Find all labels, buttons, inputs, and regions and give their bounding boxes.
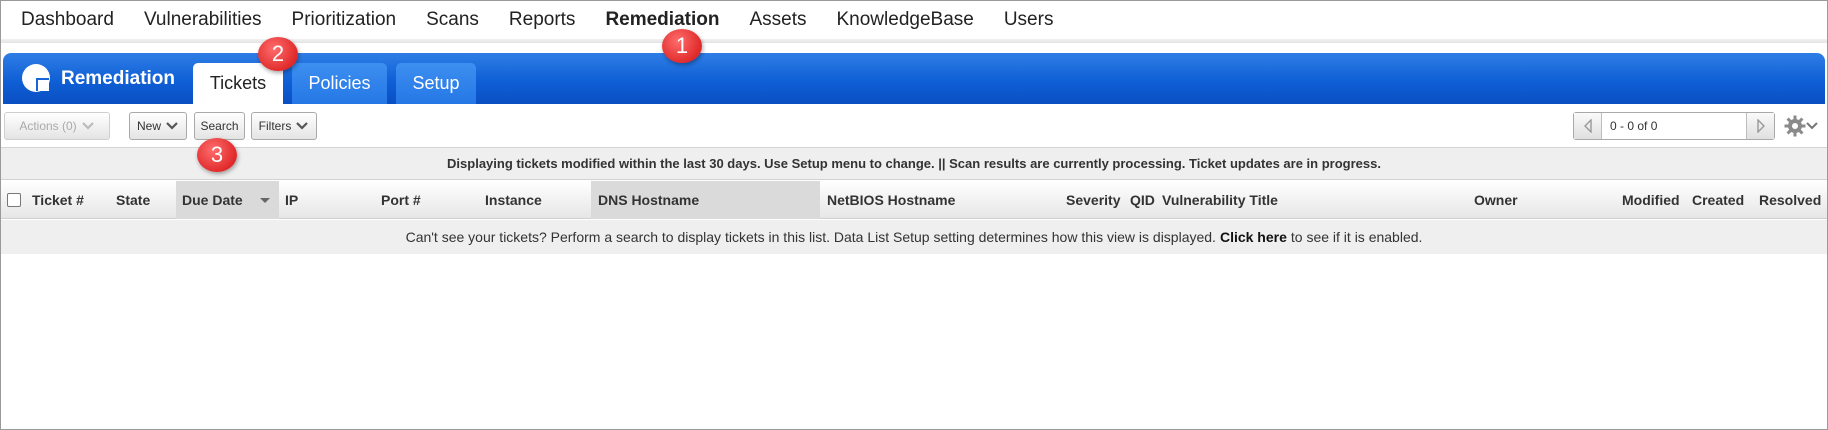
pie-chart-icon [22, 64, 50, 92]
column-created[interactable]: Created [1692, 181, 1744, 219]
triangle-right-icon [1756, 119, 1765, 133]
nav-dashboard[interactable]: Dashboard [21, 9, 114, 31]
actions-dropdown[interactable]: Actions (0) [4, 112, 110, 140]
toolbar: Actions (0) New Search Filters 0 - 0 of … [1, 104, 1827, 148]
callout-3: 3 [197, 138, 237, 172]
column-owner[interactable]: Owner [1474, 181, 1518, 219]
filters-dropdown[interactable]: Filters [251, 112, 317, 140]
actions-label: Actions (0) [19, 119, 77, 133]
next-page-button[interactable] [1746, 113, 1774, 139]
status-message: Displaying tickets modified within the l… [1, 148, 1827, 180]
module-title: Remediation [61, 68, 176, 89]
pagination-control: 0 - 0 of 0 [1573, 112, 1775, 140]
chevron-down-icon [166, 122, 178, 130]
search-button[interactable]: Search [194, 112, 245, 140]
chevron-down-icon [296, 122, 309, 130]
callout-2: 2 [258, 37, 298, 71]
new-dropdown[interactable]: New [129, 112, 187, 140]
chevron-down-icon [81, 122, 94, 130]
nav-assets[interactable]: Assets [749, 9, 806, 31]
top-navigation: Dashboard Vulnerabilities Prioritization… [1, 1, 1827, 39]
column-qid[interactable]: QID [1130, 181, 1155, 219]
callout-1: 1 [662, 29, 702, 63]
nav-prioritization[interactable]: Prioritization [292, 9, 397, 31]
column-resolved[interactable]: Resolved [1759, 181, 1821, 219]
triangle-left-icon [1583, 119, 1592, 133]
column-instance[interactable]: Instance [485, 181, 542, 219]
nav-remediation[interactable]: Remediation [605, 9, 719, 31]
empty-state-row: Can't see your tickets? Perform a search… [1, 220, 1827, 254]
app-window: Dashboard Vulnerabilities Prioritization… [0, 0, 1828, 430]
new-label: New [136, 119, 161, 133]
column-ip[interactable]: IP [285, 181, 298, 219]
column-vulnerability-title[interactable]: Vulnerability Title [1162, 181, 1278, 219]
gear-icon [1784, 115, 1806, 137]
select-all-checkbox[interactable] [7, 193, 21, 207]
table-header: Ticket # State Due Date IP Port # Instan… [1, 181, 1827, 219]
tab-policies[interactable]: Policies [292, 63, 387, 104]
page-range: 0 - 0 of 0 [1610, 119, 1658, 133]
column-ticket-number[interactable]: Ticket # [32, 181, 84, 219]
nav-users[interactable]: Users [1004, 9, 1054, 31]
column-netbios-hostname[interactable]: NetBIOS Hostname [827, 181, 955, 219]
nav-reports[interactable]: Reports [509, 9, 576, 31]
tab-setup[interactable]: Setup [396, 63, 476, 104]
nav-scans[interactable]: Scans [426, 9, 479, 31]
empty-state-text-suffix: to see if it is enabled. [1290, 229, 1423, 245]
column-port[interactable]: Port # [381, 181, 421, 219]
empty-state-text: Can't see your tickets? Perform a search… [405, 229, 1216, 245]
column-dns-hostname[interactable]: DNS Hostname [591, 181, 820, 219]
click-here-link[interactable]: Click here [1220, 229, 1287, 245]
chevron-down-icon [1806, 122, 1818, 130]
column-severity[interactable]: Severity [1066, 181, 1120, 219]
sort-descending-icon [260, 198, 270, 203]
column-modified[interactable]: Modified [1622, 181, 1680, 219]
filters-label: Filters [258, 119, 292, 133]
nav-vulnerabilities[interactable]: Vulnerabilities [144, 9, 262, 31]
column-state[interactable]: State [116, 181, 150, 219]
settings-menu[interactable] [1784, 114, 1824, 138]
previous-page-button[interactable] [1574, 113, 1602, 139]
nav-knowledgebase[interactable]: KnowledgeBase [837, 9, 974, 31]
